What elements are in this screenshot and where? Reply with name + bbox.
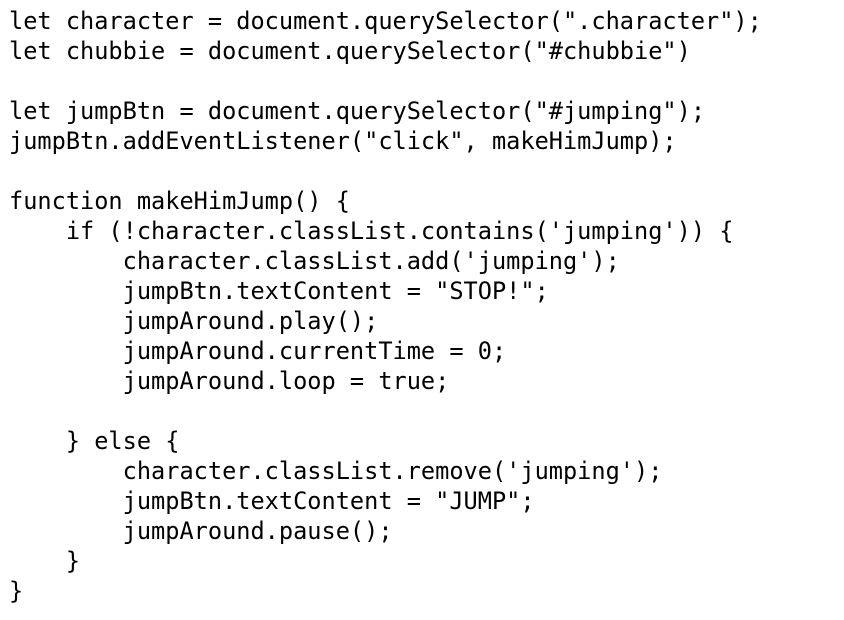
code-line: jumpAround.loop = true; bbox=[9, 367, 450, 395]
code-line: function makeHimJump() { bbox=[9, 187, 350, 215]
code-line: } else { bbox=[9, 427, 180, 455]
code-line: jumpAround.play(); bbox=[9, 307, 379, 335]
code-line: jumpBtn.textContent = "STOP!"; bbox=[9, 277, 549, 305]
code-line: } bbox=[9, 577, 24, 605]
code-line: character.classList.remove('jumping'); bbox=[9, 457, 663, 485]
code-line: jumpAround.currentTime = 0; bbox=[9, 337, 507, 365]
code-line: jumpAround.pause(); bbox=[9, 517, 393, 545]
code-line: let character = document.querySelector("… bbox=[9, 7, 762, 35]
code-line: jumpBtn.textContent = "JUMP"; bbox=[9, 487, 535, 515]
code-line: jumpBtn.addEventListener("click", makeHi… bbox=[9, 127, 677, 155]
code-line: character.classList.add('jumping'); bbox=[9, 247, 620, 275]
code-line: if (!character.classList.contains('jumpi… bbox=[9, 217, 734, 245]
code-view: let character = document.querySelector("… bbox=[9, 6, 844, 620]
code-line: } bbox=[9, 547, 81, 575]
code-line: let chubbie = document.querySelector("#c… bbox=[9, 37, 691, 65]
code-line: let jumpBtn = document.querySelector("#j… bbox=[9, 97, 706, 125]
